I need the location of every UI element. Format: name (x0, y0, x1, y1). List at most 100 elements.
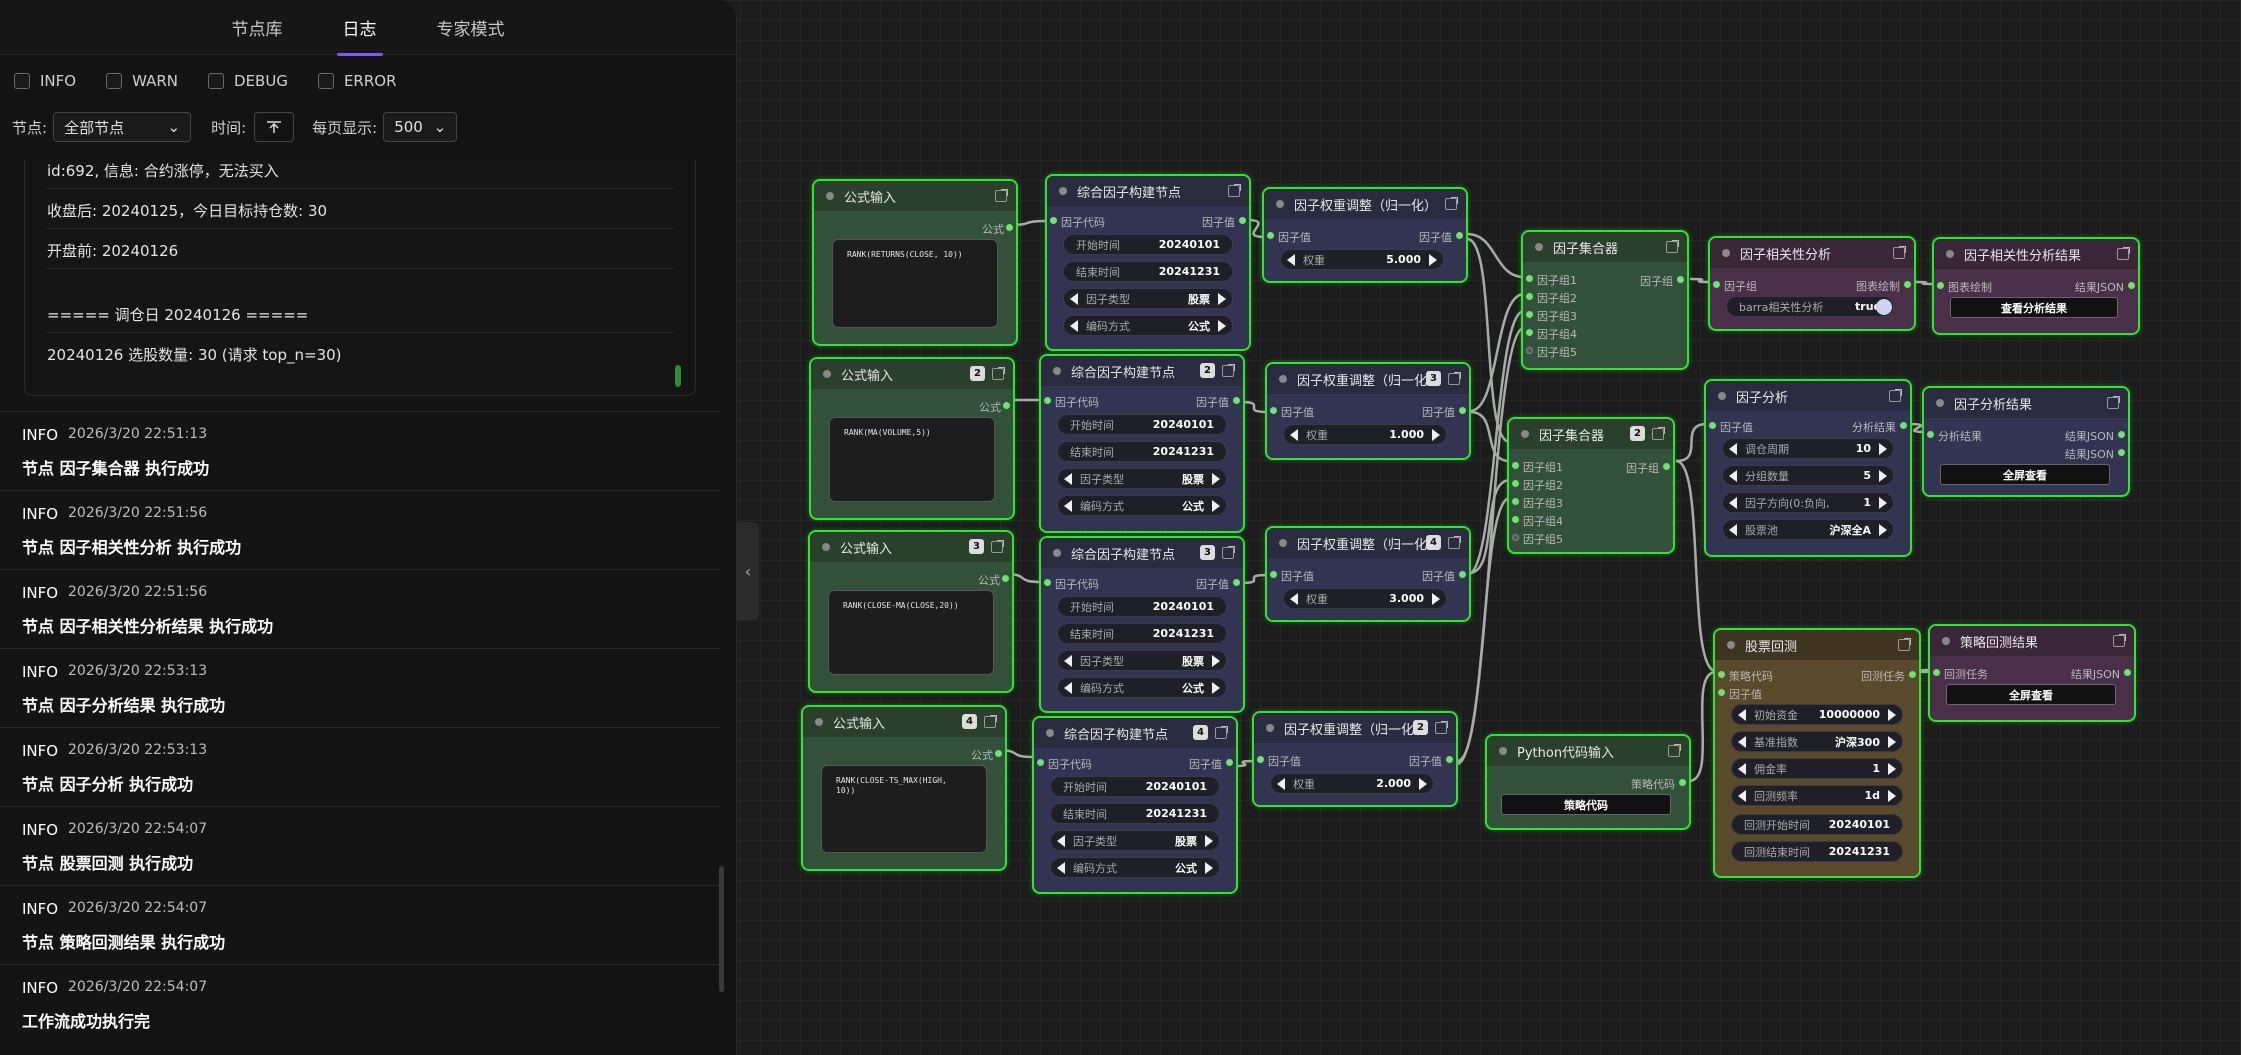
output-port[interactable] (1233, 579, 1240, 586)
output-port[interactable] (1459, 407, 1466, 414)
decrement-arrow-icon[interactable] (1729, 443, 1737, 455)
node-header[interactable]: 公式输入 (814, 181, 1016, 211)
input-port[interactable] (1709, 422, 1716, 429)
output-port[interactable] (1003, 402, 1010, 409)
open-external-icon[interactable] (1222, 364, 1235, 377)
collapse-dot-icon[interactable] (1521, 430, 1529, 438)
increment-arrow-icon[interactable] (1879, 524, 1887, 536)
input-port[interactable] (1718, 689, 1725, 696)
increment-arrow-icon[interactable] (1218, 320, 1226, 332)
node-header[interactable]: 公式输入 3 (810, 532, 1012, 562)
formula-input-node[interactable]: 公式输入 公式 RANK(RETURNS(CLOSE, 10)) (812, 179, 1018, 346)
input-port[interactable] (1050, 217, 1057, 224)
widget-field[interactable]: 因子类型 股票 (1057, 650, 1227, 671)
widget-field[interactable]: 佣金率 1 (1731, 758, 1903, 779)
node-header[interactable]: 股票回测 (1715, 630, 1919, 660)
decrement-arrow-icon[interactable] (1064, 655, 1072, 667)
widget-field[interactable]: 编码方式 公式 (1057, 677, 1227, 698)
factor-collector-node[interactable]: 因子集合器 因子组1 因子组2 因子组3 因子组4 因子组5 因子组 (1521, 230, 1689, 370)
collapse-dot-icon[interactable] (1279, 375, 1287, 383)
increment-arrow-icon[interactable] (1205, 835, 1213, 847)
node-header[interactable]: 公式输入 4 (803, 707, 1005, 737)
input-port[interactable] (1512, 480, 1519, 487)
increment-arrow-icon[interactable] (1429, 254, 1437, 266)
fullscreen-button[interactable]: 全屏查看 (1946, 684, 2116, 705)
weight-adjust-node[interactable]: 因子权重调整（归一化 3 因子值 因子值 权重 1.000 (1265, 362, 1471, 460)
collapse-dot-icon[interactable] (1718, 392, 1726, 400)
increment-arrow-icon[interactable] (1432, 429, 1440, 441)
input-port[interactable] (1937, 282, 1944, 289)
filter-info[interactable]: INFO (14, 72, 76, 90)
checkbox-debug[interactable] (208, 73, 225, 89)
collapse-dot-icon[interactable] (1942, 637, 1950, 645)
input-port[interactable] (1037, 759, 1044, 766)
output-port[interactable] (1446, 756, 1453, 763)
widget-field[interactable]: 编码方式 公式 (1063, 315, 1233, 336)
factor-builder-node[interactable]: 综合因子构建节点 2 因子代码 因子值 开始时间 20240101 结束时间 20241231… (1039, 354, 1245, 533)
input-port[interactable] (1512, 516, 1519, 523)
input-port[interactable] (1270, 407, 1277, 414)
decrement-arrow-icon[interactable] (1064, 682, 1072, 694)
decrement-arrow-icon[interactable] (1070, 320, 1078, 332)
widget-field[interactable]: 因子类型 股票 (1050, 830, 1220, 851)
decrement-arrow-icon[interactable] (1738, 736, 1746, 748)
decrement-arrow-icon[interactable] (1290, 593, 1298, 605)
tab-expert-mode[interactable]: 专家模式 (433, 0, 509, 56)
increment-arrow-icon[interactable] (1419, 778, 1427, 790)
input-port[interactable] (1526, 311, 1533, 318)
formula-textarea[interactable]: RANK(CLOSE-MA(CLOSE,20)) (828, 590, 994, 675)
increment-arrow-icon[interactable] (1205, 862, 1213, 874)
input-port[interactable] (1927, 431, 1934, 438)
open-external-icon[interactable] (1445, 197, 1458, 210)
output-port[interactable] (1904, 281, 1911, 288)
analysis-result-node[interactable]: 因子分析结果 分析结果 结果JSON 结果JSON 全屏查看 (1922, 386, 2130, 497)
increment-arrow-icon[interactable] (1879, 497, 1887, 509)
output-port[interactable] (1233, 397, 1240, 404)
increment-arrow-icon[interactable] (1888, 790, 1896, 802)
factor-correlation-node[interactable]: 因子相关性分析 因子组 图表绘制 barra相关性分析 true (1708, 236, 1916, 331)
input-port[interactable] (1713, 281, 1720, 288)
widget-field[interactable]: 回测开始时间 20240101 (1731, 814, 1903, 835)
collapse-dot-icon[interactable] (1053, 367, 1061, 375)
widget-field[interactable]: 初始资金 10000000 (1731, 704, 1903, 725)
input-port[interactable] (1718, 671, 1725, 678)
weight-adjust-node[interactable]: 因子权重调整（归一化 4 因子值 因子值 权重 3.000 (1265, 526, 1471, 622)
collapse-dot-icon[interactable] (1059, 187, 1067, 195)
widget-field[interactable]: 权重 5.000 (1280, 249, 1444, 270)
detail-scrollbar[interactable] (675, 365, 681, 387)
tab-logs[interactable]: 日志 (336, 0, 383, 56)
widget-field[interactable]: 结束时间 20241231 (1057, 623, 1227, 644)
node-header[interactable]: 因子相关性分析结果 (1934, 239, 2138, 269)
increment-arrow-icon[interactable] (1212, 682, 1220, 694)
widget-field[interactable]: 调仓周期 10 (1722, 438, 1894, 459)
output-port[interactable] (1679, 779, 1686, 786)
node-header[interactable]: 综合因子构建节点 2 (1041, 356, 1243, 386)
collapse-dot-icon[interactable] (1499, 747, 1507, 755)
weight-adjust-node[interactable]: 因子权重调整（归一化） 因子值 因子值 权重 5.000 (1262, 187, 1468, 283)
node-header[interactable]: 综合因子构建节点 4 (1034, 718, 1236, 748)
input-port[interactable] (1512, 498, 1519, 505)
output-port[interactable] (1002, 575, 1009, 582)
output-port[interactable] (1677, 276, 1684, 283)
filter-debug[interactable]: DEBUG (208, 72, 288, 90)
decrement-arrow-icon[interactable] (1057, 862, 1065, 874)
collapse-dot-icon[interactable] (1266, 724, 1274, 732)
decrement-arrow-icon[interactable] (1729, 497, 1737, 509)
decrement-arrow-icon[interactable] (1738, 790, 1746, 802)
collapse-dot-icon[interactable] (823, 370, 831, 378)
widget-field[interactable]: 结束时间 20241231 (1057, 441, 1227, 462)
output-port[interactable] (1459, 571, 1466, 578)
output-port[interactable] (1006, 224, 1013, 231)
factor-collector-node[interactable]: 因子集合器 2 因子组1 因子组2 因子组3 因子组4 因子组5 因子组 (1507, 417, 1675, 554)
increment-arrow-icon[interactable] (1888, 736, 1896, 748)
node-header[interactable]: 因子分析 (1706, 381, 1910, 411)
increment-arrow-icon[interactable] (1888, 763, 1896, 775)
open-external-icon[interactable] (2113, 634, 2126, 647)
open-external-icon[interactable] (2117, 247, 2130, 260)
backtest-node[interactable]: 股票回测 策略代码 因子值 回测任务 初始资金 10000000 基准指数 沪深300 佣金率 1… (1713, 628, 1921, 878)
open-external-icon[interactable] (1893, 246, 1906, 259)
widget-field[interactable]: 结束时间 20241231 (1050, 803, 1220, 824)
open-external-icon[interactable] (995, 189, 1008, 202)
input-port[interactable] (1044, 397, 1051, 404)
formula-textarea[interactable]: RANK(CLOSE-TS_MAX(HIGH, 10)) (821, 765, 987, 853)
